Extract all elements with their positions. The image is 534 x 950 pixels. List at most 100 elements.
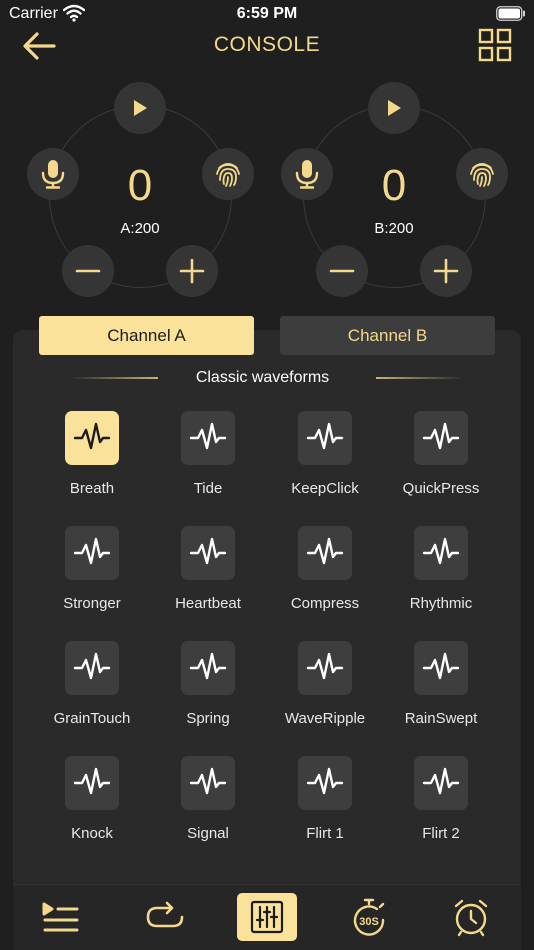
waveform-label: GrainTouch <box>53 710 131 727</box>
channel-b-limit-label: B:200 <box>374 220 414 237</box>
waveform-icon <box>189 767 227 795</box>
waveform-tile <box>181 411 235 465</box>
waveform-item[interactable]: Heartbeat <box>153 526 263 626</box>
section-header: Classic waveforms <box>60 366 465 390</box>
waveform-icon <box>422 767 460 795</box>
waveform-tile <box>414 526 468 580</box>
waveform-icon <box>306 652 344 680</box>
waveform-tile <box>65 411 119 465</box>
repeat-icon <box>146 901 184 928</box>
waveform-icon <box>422 537 460 565</box>
waveform-item[interactable]: QuickPress <box>386 411 496 511</box>
waveform-tile <box>414 411 468 465</box>
waveform-icon <box>306 422 344 450</box>
tab-console[interactable] <box>237 893 297 941</box>
waveform-tile <box>414 641 468 695</box>
nav-bar: CONSOLE <box>0 28 534 68</box>
channel-a-dial: 0 A:200 <box>25 82 255 297</box>
waveform-item[interactable]: Rhythmic <box>386 526 496 626</box>
waveform-item[interactable]: Tide <box>153 411 263 511</box>
waveform-tile <box>414 756 468 810</box>
waveform-icon <box>73 652 111 680</box>
waveform-item[interactable]: Stronger <box>37 526 147 626</box>
tab-loop[interactable] <box>135 893 195 941</box>
status-bar: Carrier 6:59 PM <box>0 0 534 28</box>
channel-b-strength-value: 0 <box>381 161 407 210</box>
timer-30s-icon: 30S <box>353 898 385 936</box>
waveform-icon <box>422 652 460 680</box>
waveform-icon <box>189 537 227 565</box>
channel-b-play-button[interactable] <box>368 82 420 134</box>
waveform-tile <box>65 641 119 695</box>
waveform-label: Signal <box>187 825 229 842</box>
waveform-item[interactable]: KeepClick <box>270 411 380 511</box>
channel-a-strength-value: 0 <box>127 161 153 210</box>
waveform-icon <box>189 652 227 680</box>
waveform-icon <box>306 537 344 565</box>
waveform-label: Rhythmic <box>409 595 473 612</box>
tab-channel-a[interactable]: Channel A <box>39 316 254 355</box>
mixer-icon <box>250 900 284 934</box>
waveform-item[interactable]: WaveRipple <box>270 641 380 741</box>
waveform-label: Spring <box>186 710 230 727</box>
waveform-item[interactable]: Breath <box>37 411 147 511</box>
waveform-tile <box>181 526 235 580</box>
bottom-tab-bar: 30S <box>13 884 521 950</box>
list-icon <box>42 902 79 932</box>
alarm-clock-icon <box>454 899 488 937</box>
waveform-label: Flirt 2 <box>422 825 460 842</box>
waveform-item[interactable]: Compress <box>270 526 380 626</box>
waveform-label: Stronger <box>63 595 121 612</box>
waveform-tile <box>298 526 352 580</box>
channel-a-increase-button[interactable] <box>166 245 218 297</box>
page-title: CONSOLE <box>213 33 321 56</box>
waveform-icon <box>306 767 344 795</box>
plus-icon <box>179 258 205 284</box>
channel-b-increase-button[interactable] <box>420 245 472 297</box>
battery-icon <box>496 6 525 21</box>
back-arrow-icon[interactable] <box>20 30 58 62</box>
waveform-icon <box>73 537 111 565</box>
tab-alarm[interactable] <box>441 893 501 941</box>
plus-icon <box>433 258 459 284</box>
grid-icon[interactable] <box>478 28 512 62</box>
divider-right <box>376 377 464 379</box>
play-icon <box>134 100 147 116</box>
waveform-item[interactable]: Knock <box>37 756 147 856</box>
minus-icon <box>75 269 101 273</box>
waveform-label: RainSwept <box>404 710 478 727</box>
channel-b-dial: 0 B:200 <box>279 82 509 297</box>
waveform-label: Heartbeat <box>175 595 241 612</box>
waveform-label: Breath <box>69 480 115 497</box>
waveform-tile <box>298 411 352 465</box>
waveform-label: QuickPress <box>402 480 480 497</box>
channel-b-decrease-button[interactable] <box>316 245 368 297</box>
tab-timer-30s[interactable]: 30S <box>339 893 399 941</box>
waveform-item[interactable]: RainSwept <box>386 641 496 741</box>
waveform-tile <box>298 756 352 810</box>
status-time: 6:59 PM <box>236 5 298 22</box>
play-icon <box>388 100 401 116</box>
channel-a-decrease-button[interactable] <box>62 245 114 297</box>
channel-a-limit-label: A:200 <box>120 220 160 237</box>
waveform-label: Flirt 1 <box>306 825 344 842</box>
tab-channel-b[interactable]: Channel B <box>280 316 495 355</box>
waveform-icon <box>422 422 460 450</box>
waveform-icon <box>73 767 111 795</box>
waveform-item[interactable]: GrainTouch <box>37 641 147 741</box>
channel-a-play-button[interactable] <box>114 82 166 134</box>
waveform-label: Knock <box>71 825 113 842</box>
minus-icon <box>329 269 355 273</box>
waveform-item[interactable]: Spring <box>153 641 263 741</box>
waveform-label: WaveRipple <box>284 710 366 727</box>
waveform-item[interactable]: Signal <box>153 756 263 856</box>
waveform-item[interactable]: Flirt 1 <box>270 756 380 856</box>
waveform-label: KeepClick <box>291 480 359 497</box>
waveform-tile <box>181 756 235 810</box>
waveform-tile <box>65 756 119 810</box>
waveform-item[interactable]: Flirt 2 <box>386 756 496 856</box>
timer-label: 30S <box>359 916 379 928</box>
waveform-tile <box>298 641 352 695</box>
waveform-tile <box>65 526 119 580</box>
tab-program-list[interactable] <box>31 893 91 941</box>
